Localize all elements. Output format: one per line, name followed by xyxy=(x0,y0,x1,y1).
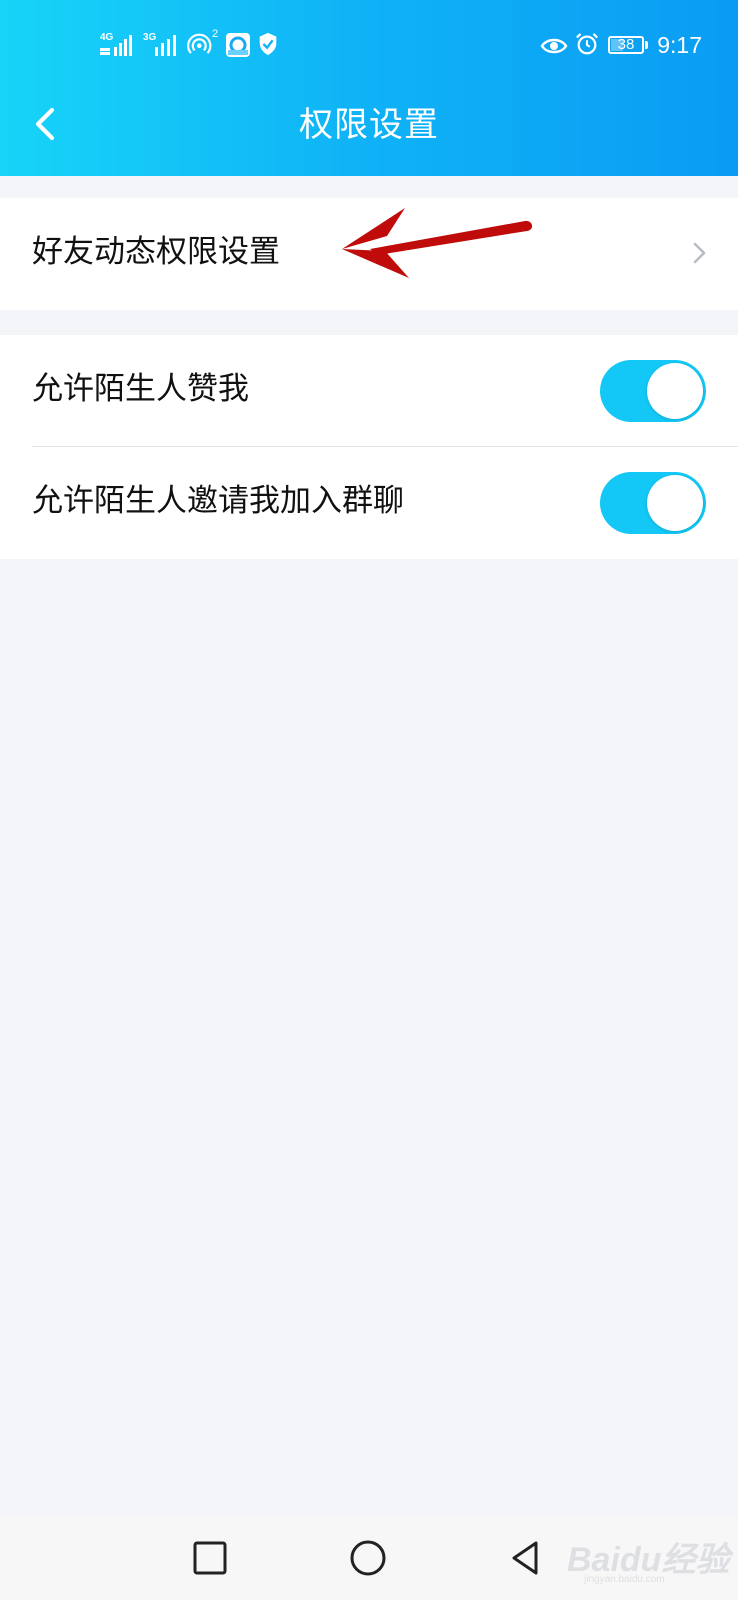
status-time: 9:17 xyxy=(657,32,702,58)
friends-feed-permission-label: 好友动态权限设置 xyxy=(32,234,280,270)
page-title: 权限设置 xyxy=(299,105,439,145)
status-bar: 4G 3G 2 38 9:17 xyxy=(0,26,738,66)
chevron-right-icon xyxy=(693,242,706,264)
signal-icon xyxy=(100,35,132,56)
back-icon xyxy=(512,1541,538,1575)
home-icon xyxy=(350,1540,386,1576)
settings-group-privacy: 允许陌生人赞我 允许陌生人邀请我加入群聊 xyxy=(0,335,738,559)
allow-stranger-like-toggle[interactable] xyxy=(600,360,706,422)
system-back-button[interactable] xyxy=(506,1538,546,1578)
allow-stranger-group-invite-toggle[interactable] xyxy=(600,472,706,534)
header: 4G 3G 2 38 9:17 权限设置 xyxy=(0,0,738,176)
app-icon xyxy=(226,33,250,57)
hotspot-badge: 2 xyxy=(212,28,219,40)
toggle-knob xyxy=(647,363,703,419)
allow-stranger-like-label: 允许陌生人赞我 xyxy=(32,371,249,407)
allow-stranger-group-invite-row: 允许陌生人邀请我加入群聊 xyxy=(0,447,738,559)
battery-icon: 38 xyxy=(608,36,644,54)
battery-cap xyxy=(645,41,648,49)
annotation-arrow xyxy=(342,208,533,278)
home-button[interactable] xyxy=(348,1538,388,1578)
battery-level: 38 xyxy=(617,36,635,53)
signal-icon-2 xyxy=(155,35,176,56)
alarm-icon xyxy=(576,33,598,55)
allow-stranger-like-row: 允许陌生人赞我 xyxy=(0,335,738,447)
watermark-logo: Baidu经验 jingyan.baidu.com xyxy=(562,1526,729,1596)
recent-apps-icon xyxy=(193,1541,227,1575)
allow-stranger-group-invite-label: 允许陌生人邀请我加入群聊 xyxy=(32,483,404,519)
eye-icon xyxy=(540,38,568,54)
shield-icon xyxy=(259,32,277,56)
recent-apps-button[interactable] xyxy=(190,1538,230,1578)
watermark-subtext: jingyan.baidu.com xyxy=(584,1574,665,1585)
nav-bar: 权限设置 xyxy=(0,88,738,168)
toggle-knob xyxy=(647,475,703,531)
